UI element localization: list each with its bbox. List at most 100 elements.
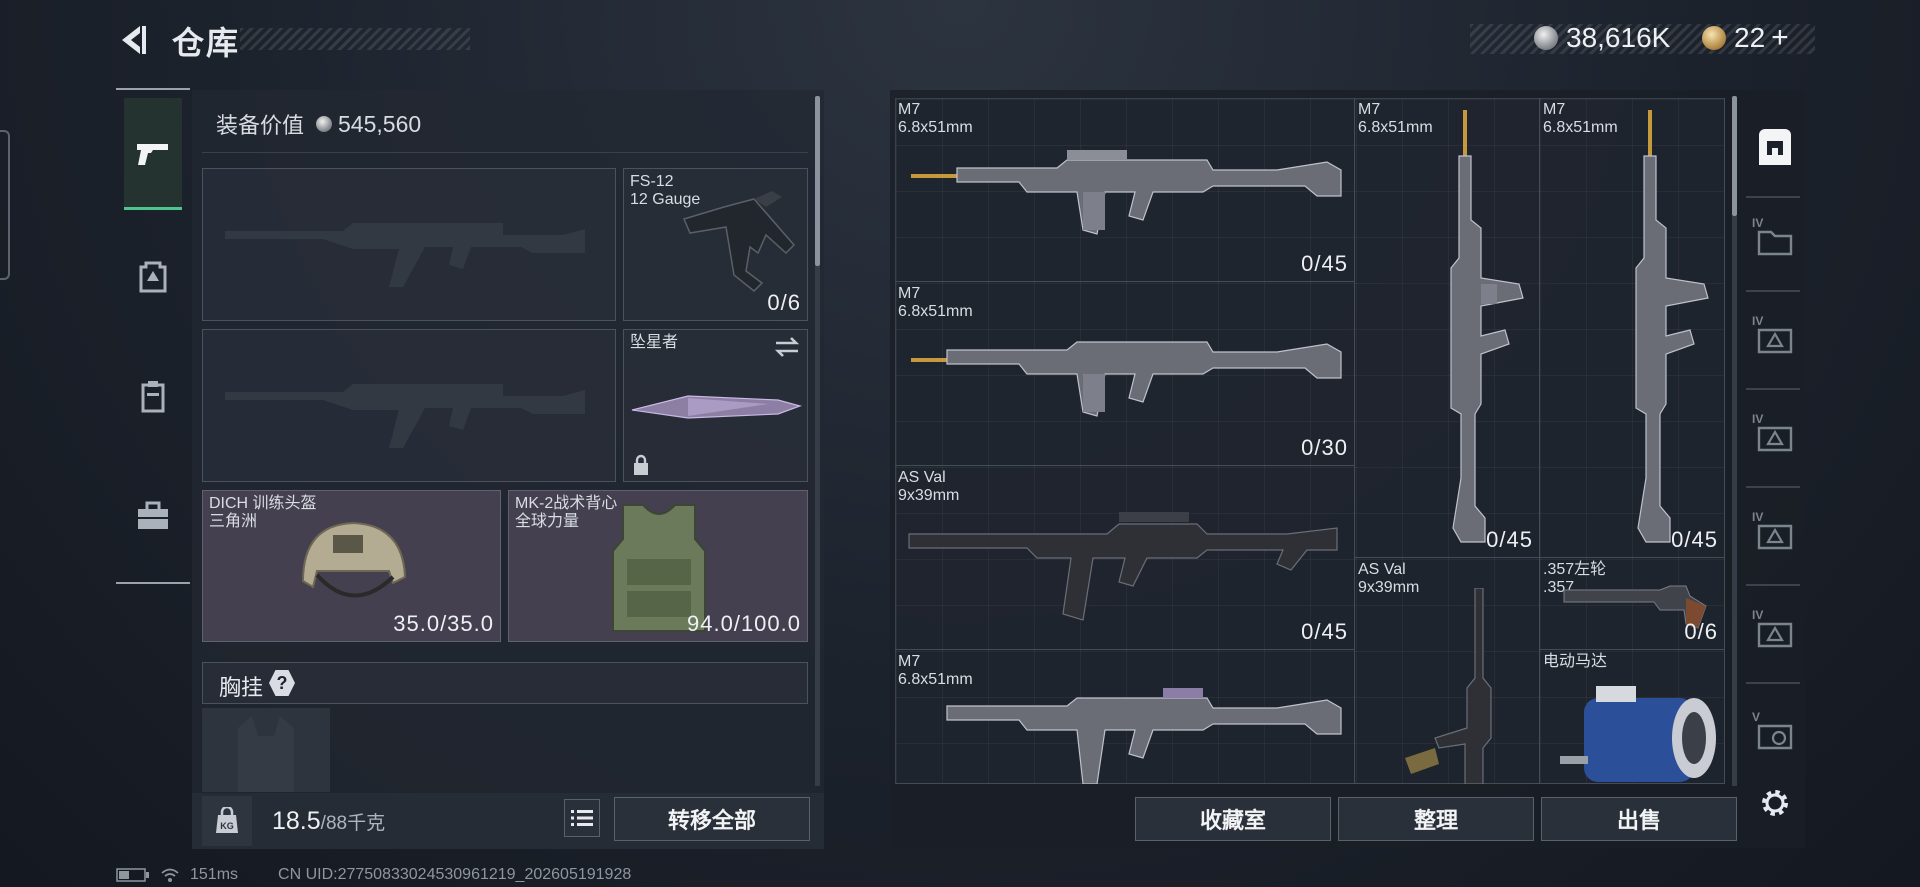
chest-rig-help-icon[interactable]: ? [269,670,295,696]
helmet-durability: 35.0/35.0 [393,611,494,636]
sidearm-slot[interactable]: FS-12 12 Gauge 0/6 [623,168,808,321]
silver-currency: 38,616K [1534,20,1670,56]
title-decoration [240,28,470,50]
list-view-button[interactable] [564,799,600,837]
storage-tab-iv-5[interactable]: IV [1752,608,1798,656]
storage-tab-iv-4[interactable]: IV [1752,510,1798,558]
gear-icon [1762,790,1788,816]
sidearm-ammo-count: 0/6 [767,290,801,315]
bag-icon [141,381,165,413]
gold-add-button[interactable]: + [1771,21,1789,55]
tab-level: IV [1752,412,1764,426]
armor-slot[interactable]: MK-2战术背心 全球力量 94.0/100.0 [508,490,808,642]
collection-room-button[interactable]: 收藏室 [1135,797,1331,841]
equipment-value: 装备价值 545,560 [216,108,421,140]
m7-rifle-icon [911,150,1342,235]
armor-durability: 94.0/100.0 [687,611,801,636]
item-name: M7 [898,101,921,118]
item-name: M7 [898,653,921,670]
knife-icon [631,395,802,419]
storage-item[interactable]: AS Val 9x39mm [1355,558,1540,784]
as-val-rifle-vertical-icon [1405,588,1492,784]
secondary-weapon-slot[interactable] [202,329,616,482]
silver-coin-icon [316,116,333,132]
item-ammo-count: 0/45 [1486,527,1533,552]
tab-level: IV [1752,510,1764,524]
sell-button[interactable]: 出售 [1541,797,1737,841]
item-name: 电动马达 [1543,653,1608,670]
armor-name: MK-2战术背心 [515,495,618,512]
settings-button[interactable] [1752,780,1798,826]
storage-scrollbar-track[interactable] [1732,216,1737,786]
nav-weapons-tab[interactable] [124,98,182,210]
storage-scrollbar-thumb[interactable] [1732,96,1737,216]
sort-button[interactable]: 整理 [1338,797,1534,841]
chest-rig-slot[interactable] [202,708,330,792]
rifle-silhouette-icon [225,384,585,448]
silver-amount: 38,616K [1566,22,1671,53]
tab-divider [1746,388,1800,390]
backpack-icon [139,261,167,293]
nav-armor-tab[interactable] [124,220,182,332]
storage-item[interactable]: M7 6.8x51mm 0/45 [1355,98,1540,558]
primary-weapon-slot[interactable] [202,168,616,321]
m7-rifle-icon [946,688,1342,784]
helmet-icon [301,521,407,598]
equipment-value-amount: 545,560 [338,110,422,137]
storage-tab-iv-2[interactable]: IV [1752,314,1798,362]
tab-divider [1746,290,1800,292]
loadout-scrollbar-thumb[interactable] [815,96,820,266]
melee-slot[interactable]: 坠星者 [623,329,808,482]
svg-text:KG: KG [220,821,234,831]
storage-tab-iv-1[interactable]: IV [1752,216,1798,264]
m7-rifle-vertical-icon [1450,110,1524,543]
weight-current: 18.5 [272,807,321,835]
storage-item[interactable]: M7 6.8x51mm 0/45 [1540,98,1725,558]
transfer-all-button[interactable]: 转移全部 [614,797,810,841]
item-name: AS Val [1358,561,1406,578]
weight-max: /88千克 [320,813,386,834]
storage-item[interactable]: M7 6.8x51mm 0/30 [895,282,1355,466]
nav-divider-top [116,88,190,90]
loadout-scrollbar-track[interactable] [815,266,820,786]
tab-divider [1746,584,1800,586]
storage-item[interactable]: .357左轮 .357 0/6 [1540,558,1725,650]
weight-lock-button[interactable]: KG [202,796,252,846]
silver-coin-icon [1534,26,1558,50]
nav-toolbox-tab[interactable] [124,460,182,572]
gold-currency[interactable]: 22 + [1702,20,1789,56]
nav-bag-tab[interactable] [124,340,182,452]
back-button[interactable] [114,22,150,58]
divider [202,152,808,153]
wifi-icon [161,868,179,882]
user-uid: CN UID:27750833024530961219_202605191928 [278,866,632,883]
weight-icon: KG [216,807,238,833]
item-ammo-count: 0/6 [1684,619,1718,644]
chest-rig-header[interactable]: 胸挂 ? [202,662,808,704]
case-icon [1757,524,1793,550]
helmet-slot[interactable]: DICH 训练头盔 三角洲 35.0/35.0 [202,490,501,642]
tab-divider [1746,196,1800,198]
storage-item[interactable]: 电动马达 [1540,650,1725,784]
item-name: AS Val [898,469,946,486]
tab-level: IV [1752,216,1764,230]
swap-icon[interactable] [772,334,802,360]
storage-item[interactable]: AS Val 9x39mm 0/45 [895,466,1355,650]
storage-tab-v[interactable]: V [1752,710,1798,758]
storage-item[interactable]: M7 6.8x51mm [895,650,1355,784]
pistol-icon [137,143,168,165]
storage-item[interactable]: M7 6.8x51mm 0/45 [895,98,1355,282]
item-ammo-count: 0/45 [1301,619,1348,644]
electric-motor-icon [1560,686,1716,782]
edge-tab[interactable] [0,130,10,280]
list-icon [571,810,593,826]
lock-icon [634,454,648,475]
weight-readout: 18.5 /88千克 [272,807,385,836]
shotgun-icon [682,191,796,293]
storage-tab-main[interactable] [1752,124,1798,170]
m7-rifle-vertical-icon [1635,110,1709,543]
equipment-value-label: 装备价值 [216,113,305,138]
storage-tab-iv-3[interactable]: IV [1752,412,1798,460]
battery-icon [116,868,149,882]
safe-box-icon [1759,129,1791,165]
